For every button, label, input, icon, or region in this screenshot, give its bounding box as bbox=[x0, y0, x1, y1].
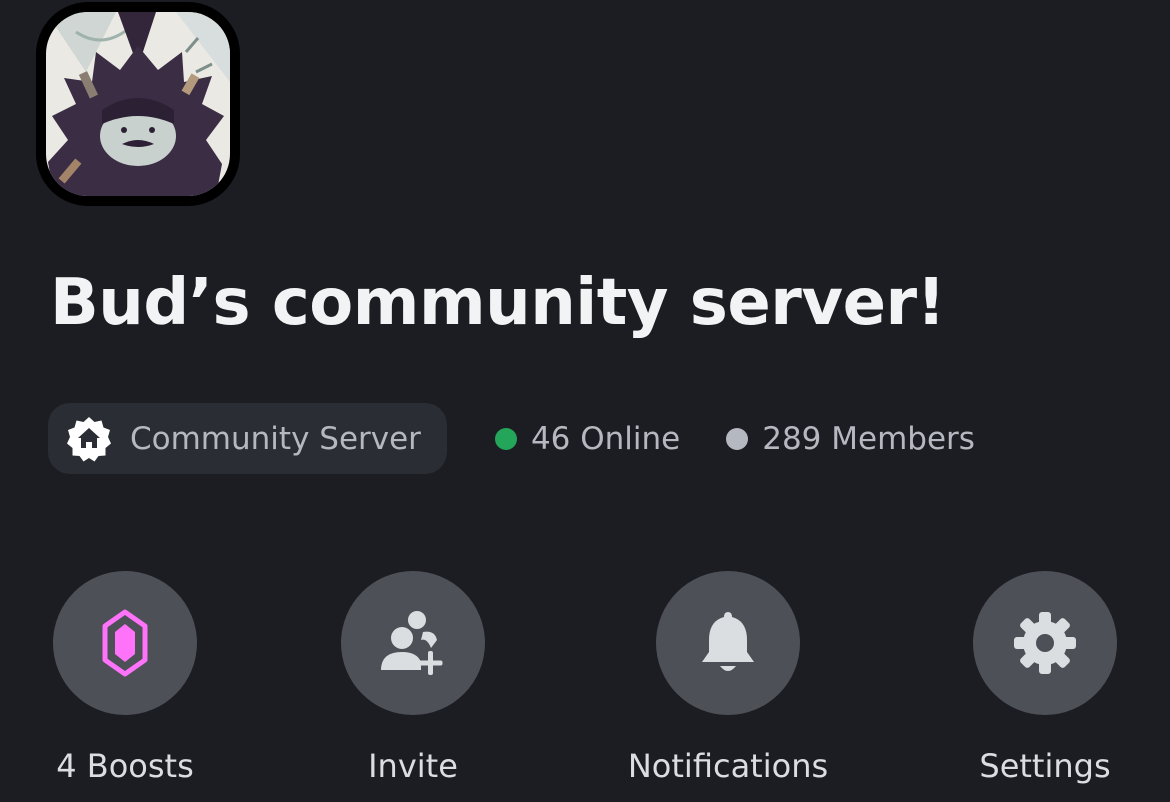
member-count: 289 Members bbox=[726, 421, 975, 457]
add-friend-icon bbox=[381, 611, 443, 675]
server-avatar[interactable] bbox=[36, 2, 240, 206]
settings-button-circle[interactable] bbox=[973, 571, 1117, 715]
community-house-icon bbox=[67, 416, 111, 461]
online-count: 46 Online bbox=[494, 420, 681, 457]
notifications-button-circle[interactable] bbox=[656, 571, 800, 715]
gear-icon bbox=[1014, 612, 1076, 674]
server-avatar-icon bbox=[46, 12, 230, 196]
settings-label: Settings bbox=[979, 747, 1111, 785]
bell-icon bbox=[702, 612, 754, 671]
online-count-label: 46 Online bbox=[530, 420, 681, 457]
invite-button[interactable]: Invite bbox=[263, 571, 563, 785]
community-server-label: Community Server bbox=[130, 420, 421, 457]
server-info-row: Community Server 46 Online 289 Members bbox=[48, 403, 975, 474]
member-status-dot bbox=[726, 427, 749, 450]
notifications-button[interactable]: Notifications bbox=[578, 571, 878, 785]
member-count-label: 289 Members bbox=[762, 420, 975, 457]
server-name: Bud’s community server! bbox=[50, 266, 946, 340]
invite-label: Invite bbox=[368, 747, 458, 785]
online-status-dot bbox=[494, 427, 517, 450]
settings-button[interactable]: Settings bbox=[895, 571, 1170, 785]
boosts-label: 4 Boosts bbox=[56, 747, 194, 785]
boosts-button-circle[interactable] bbox=[53, 571, 197, 715]
boosts-button[interactable]: 4 Boosts bbox=[0, 571, 275, 785]
community-server-badge[interactable]: Community Server bbox=[48, 403, 447, 474]
boost-gem-icon bbox=[102, 609, 148, 677]
invite-button-circle[interactable] bbox=[341, 571, 485, 715]
notifications-label: Notifications bbox=[627, 747, 829, 785]
